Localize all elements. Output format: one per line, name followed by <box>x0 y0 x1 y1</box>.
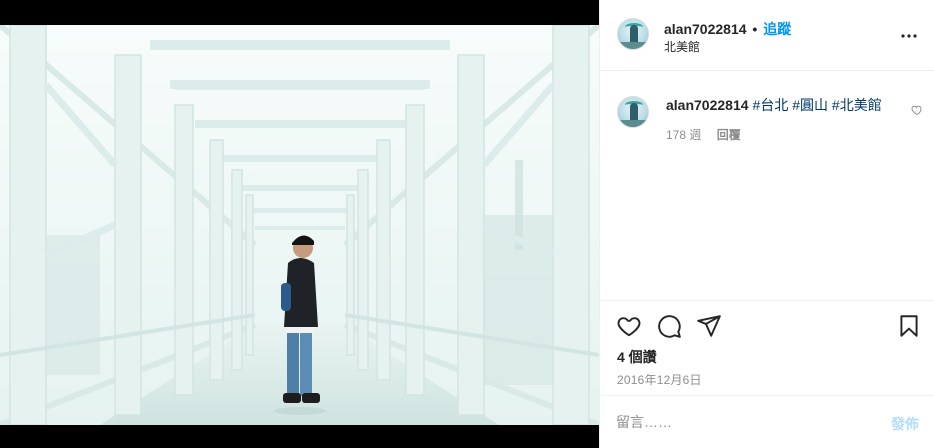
caption-meta: 178 週 回覆 <box>666 126 753 143</box>
post-actions: 4 個讚 2016年12月6日 <box>600 300 934 394</box>
avatar-ground <box>618 42 648 49</box>
caption-time[interactable]: 178 週 <box>666 128 701 142</box>
follow-button[interactable]: 追蹤 <box>763 21 791 37</box>
avatar-ground <box>618 120 648 127</box>
post-details-panel: alan7022814 • 追蹤 北美館 alan7022814 #台北 #圓山 … <box>599 0 934 448</box>
bookmark-icon[interactable] <box>896 313 922 339</box>
comment-icon[interactable] <box>656 313 682 339</box>
hashtag-link[interactable]: #台北 <box>753 97 789 113</box>
caption-avatar[interactable] <box>617 96 649 128</box>
caption-comment: alan7022814 #台北 #圓山 #北美館 178 週 回覆 <box>600 72 934 300</box>
likes-count[interactable]: 4 個讚 <box>617 347 657 367</box>
location-link[interactable]: 北美館 <box>664 38 700 55</box>
caption-username[interactable]: alan7022814 <box>666 97 749 113</box>
photo-walkway-illustration <box>0 25 599 425</box>
paper-plane-icon[interactable] <box>696 313 722 339</box>
post-comment-button[interactable]: 發佈 <box>891 414 919 434</box>
comment-input[interactable] <box>616 410 866 434</box>
post-media <box>0 0 599 448</box>
post-photo[interactable] <box>0 25 599 425</box>
heart-icon[interactable] <box>616 313 642 339</box>
more-horizontal-icon[interactable] <box>899 26 919 46</box>
caption-text: alan7022814 #台北 #圓山 #北美館 <box>666 96 906 114</box>
comment-input-row: 發佈 <box>600 395 934 448</box>
post-header: alan7022814 • 追蹤 北美館 <box>600 0 934 71</box>
hashtag-link[interactable]: #北美館 <box>832 97 882 113</box>
post-date[interactable]: 2016年12月6日 <box>617 371 702 388</box>
hashtag-link[interactable]: #圓山 <box>792 97 828 113</box>
comment-like-heart-icon[interactable] <box>911 104 923 116</box>
separator-dot: • <box>752 21 758 37</box>
reply-button[interactable]: 回覆 <box>717 128 741 142</box>
header-user-line: alan7022814 • 追蹤 <box>664 19 791 39</box>
username-link[interactable]: alan7022814 <box>664 21 747 37</box>
avatar[interactable] <box>617 18 649 50</box>
